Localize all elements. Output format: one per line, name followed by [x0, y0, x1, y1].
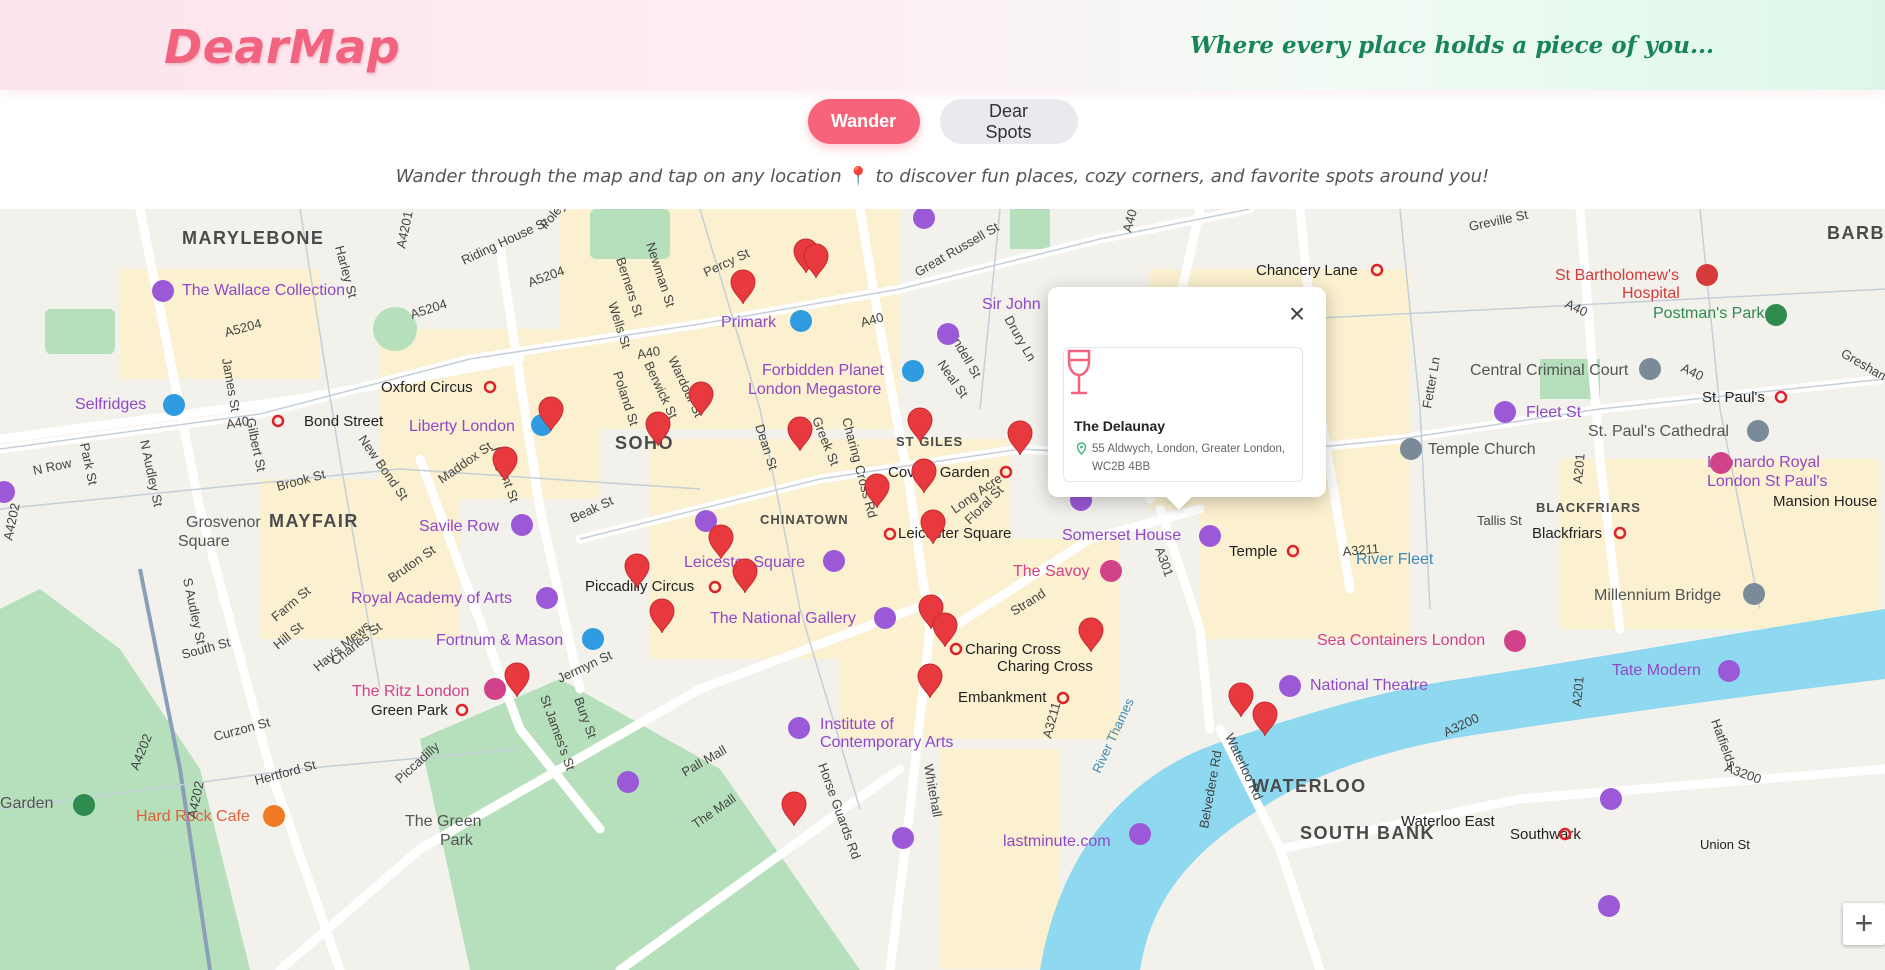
poi-ica[interactable]: Institute of — [820, 716, 894, 733]
place-address: 55 Aldwych, London, Greater London, WC2B… — [1076, 440, 1296, 476]
area-barbican: BARBICAN — [1827, 223, 1885, 243]
poi-millennium[interactable]: Millennium Bridge — [1594, 587, 1721, 604]
poi-forbidden[interactable]: Forbidden Planet — [762, 362, 884, 379]
location-pin-icon — [1076, 442, 1087, 455]
station-bond-street[interactable]: Bond Street — [304, 413, 384, 430]
poi-liberty[interactable]: Liberty London — [409, 418, 515, 435]
poi-savoy[interactable]: The Savoy — [1013, 563, 1089, 580]
area-marylebone: MARYLEBONE — [182, 228, 324, 248]
svg-text:A201: A201 — [1570, 453, 1588, 485]
station-union-st[interactable]: Union St — [1700, 837, 1750, 852]
area-waterloo: WATERLOO — [1252, 776, 1367, 796]
area-st-giles: ST GILES — [896, 434, 963, 449]
poi-grosvenor-2[interactable]: Square — [178, 533, 230, 550]
poi-somerset[interactable]: Somerset House — [1062, 527, 1181, 544]
map-base: MARYLEBONE MAYFAIR SOHO WATERLOO SOUTH B… — [0, 209, 1885, 970]
station-green-park[interactable]: Green Park — [371, 702, 448, 719]
poi-royal-academy[interactable]: Royal Academy of Arts — [351, 590, 512, 607]
poi-green-park[interactable]: The Green — [405, 813, 481, 830]
poi-sea-containers[interactable]: Sea Containers London — [1317, 632, 1485, 649]
station-waterloo-east[interactable]: Waterloo East — [1401, 813, 1495, 830]
wine-glass-icon — [1067, 349, 1091, 395]
station-oxford-circus[interactable]: Oxford Circus — [381, 379, 473, 396]
place-card[interactable]: The Delaunay 55 Aldwych, London, Greater… — [1063, 347, 1303, 482]
station-blackfriars[interactable]: Blackfriars — [1532, 525, 1602, 542]
poi-fleet[interactable]: Fleet St — [1526, 404, 1582, 421]
mode-tabs: Wander Dear Spots — [0, 99, 1885, 144]
poi-ritz[interactable]: The Ritz London — [352, 683, 469, 700]
station-chancery[interactable]: Chancery Lane — [1256, 262, 1358, 279]
close-icon[interactable]: × — [1284, 300, 1310, 328]
poi-green-park-2[interactable]: Park — [440, 832, 474, 849]
station-embankment[interactable]: Embankment — [958, 689, 1047, 706]
station-charing-2[interactable]: Charing Cross — [997, 658, 1093, 675]
station-covent[interactable]: Covent Garden — [888, 464, 990, 481]
poi-primark[interactable]: Primark — [721, 314, 777, 331]
svg-text:A3211: A3211 — [1342, 541, 1380, 559]
poi-sir-john[interactable]: Sir John — [982, 296, 1041, 313]
poi-garden[interactable]: Garden — [0, 795, 53, 812]
place-popup: × The Delaunay 55 Aldwych, London, Great… — [1048, 287, 1326, 510]
poi-st-barts-2[interactable]: Hospital — [1622, 285, 1680, 302]
station-temple[interactable]: Temple — [1229, 543, 1277, 560]
poi-leonardo-2[interactable]: London St Paul's — [1707, 473, 1827, 490]
poi-wallace[interactable]: The Wallace Collection — [182, 282, 345, 299]
tab-wander[interactable]: Wander — [807, 99, 920, 144]
area-chinatown: CHINATOWN — [760, 512, 849, 527]
poi-fortnum[interactable]: Fortnum & Mason — [436, 632, 563, 649]
poi-ica-2[interactable]: Contemporary Arts — [820, 734, 953, 751]
station-mansion-house[interactable]: Mansion House — [1773, 493, 1877, 510]
station-charing-1[interactable]: Charing Cross — [965, 641, 1061, 658]
area-mayfair: MAYFAIR — [269, 511, 359, 531]
area-blackfriars: BLACKFRIARS — [1536, 500, 1641, 515]
poi-savile[interactable]: Savile Row — [419, 518, 499, 535]
svg-text:Tallis St: Tallis St — [1477, 513, 1522, 528]
map-canvas[interactable]: MARYLEBONE MAYFAIR SOHO WATERLOO SOUTH B… — [0, 209, 1885, 970]
app-logo[interactable]: DearMap — [164, 20, 400, 74]
poi-st-barts[interactable]: St Bartholomew's — [1555, 267, 1679, 284]
place-address-text: 55 Aldwych, London, Greater London, WC2B… — [1092, 443, 1286, 473]
station-st-pauls[interactable]: St. Paul's — [1702, 389, 1765, 406]
svg-text:A201: A201 — [1569, 676, 1587, 708]
instructions-before: Wander through the map and tap on any lo… — [395, 166, 842, 187]
app-tagline: Where every place holds a piece of you..… — [1190, 32, 1714, 59]
poi-national-theatre[interactable]: National Theatre — [1310, 677, 1428, 694]
poi-selfridges[interactable]: Selfridges — [75, 396, 146, 413]
poi-st-pauls[interactable]: St. Paul's Cathedral — [1588, 423, 1729, 440]
poi-tate[interactable]: Tate Modern — [1612, 662, 1701, 679]
zoom-in-button[interactable]: + — [1843, 903, 1885, 945]
instructions-text: Wander through the map and tap on any lo… — [0, 166, 1885, 187]
station-leicester[interactable]: Leicester Square — [898, 525, 1011, 542]
poi-temple-church[interactable]: Temple Church — [1428, 441, 1536, 458]
instructions-after: to discover fun places, cozy corners, an… — [875, 166, 1490, 187]
poi-criminal-court[interactable]: Central Criminal Court — [1470, 362, 1629, 379]
pin-icon: 📍 — [847, 166, 870, 187]
poi-grosvenor[interactable]: Grosvenor — [186, 514, 261, 531]
poi-forbidden-2[interactable]: London Megastore — [748, 381, 882, 398]
poi-national-gallery[interactable]: The National Gallery — [710, 610, 856, 627]
app-header: DearMap Where every place holds a piece … — [0, 0, 1885, 90]
place-name: The Delaunay — [1074, 418, 1166, 434]
poi-london-eye[interactable]: lastminute.com — [1003, 833, 1111, 850]
poi-postmans-park[interactable]: Postman's Park — [1653, 305, 1766, 322]
tab-dear-spots[interactable]: Dear Spots — [939, 99, 1078, 144]
